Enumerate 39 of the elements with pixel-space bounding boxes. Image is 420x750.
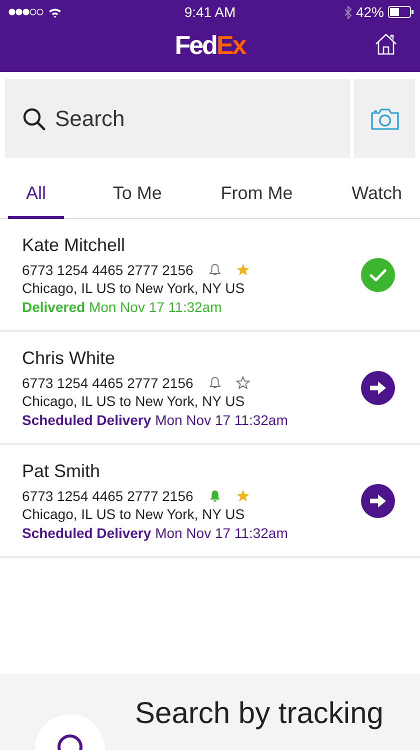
star-icon[interactable] <box>236 376 250 389</box>
camera-button[interactable] <box>354 79 415 158</box>
delivery-status: Scheduled Delivery Mon Nov 17 11:32am <box>22 412 288 428</box>
bluetooth-icon <box>344 6 352 18</box>
wifi-icon <box>48 6 62 18</box>
tracking-number: 6773 1254 4465 2777 2156 <box>22 262 194 278</box>
battery-icon <box>388 6 414 18</box>
bell-icon[interactable] <box>209 263 222 276</box>
delivery-status: Scheduled Delivery Mon Nov 17 11:32am <box>22 524 288 540</box>
bell-icon[interactable] <box>209 489 222 502</box>
filter-tab[interactable]: To Me <box>102 183 172 219</box>
tracking-number: 6773 1254 4465 2777 2156 <box>22 374 194 390</box>
filter-tab[interactable]: From Me <box>210 183 303 219</box>
route-text: Chicago, IL US to New York, NY US <box>22 280 246 296</box>
shipment-row[interactable]: Pat Smith 6773 1254 4465 2777 2156 Chicago, IL US to New York, NY US Scheduled Delivery Mon Nov 17 11:32am <box>0 445 420 558</box>
route-text: Chicago, IL US to New York, NY US <box>22 506 246 522</box>
battery-percent: 42% <box>356 4 384 20</box>
shipment-row[interactable]: Chris White 6773 1254 4465 2777 2156 Chicago, IL US to New York, NY US Scheduled Delivery Mon Nov 17 11:32am <box>0 332 420 445</box>
recipient-name: Pat Smith <box>22 460 102 482</box>
search-icon <box>22 107 46 131</box>
route-text: Chicago, IL US to New York, NY US <box>22 392 246 408</box>
clock-time: 9:41 AM <box>184 4 236 20</box>
fedex-logo: FedEx <box>174 30 246 60</box>
search-field[interactable]: Search <box>5 79 350 158</box>
home-icon[interactable] <box>374 32 398 56</box>
tracking-number: 6773 1254 4465 2777 2156 <box>22 488 194 504</box>
recipient-name: Chris White <box>22 348 116 368</box>
star-icon[interactable] <box>236 263 250 276</box>
bell-icon[interactable] <box>209 376 222 389</box>
delivery-status: Delivered Mon Nov 17 11:32am <box>22 298 223 314</box>
shipment-row[interactable]: Kate Mitchell 6773 1254 4465 2777 2156 Chicago, IL US to New York, NY US Delivered Mon Nov 17 11:32am <box>0 219 420 332</box>
check-icon <box>361 258 395 292</box>
filter-tab[interactable]: All <box>8 183 64 219</box>
star-icon[interactable] <box>236 489 250 502</box>
filter-tab[interactable]: Watch <box>342 183 412 219</box>
camera-icon <box>370 106 400 130</box>
signal-icon <box>8 8 44 16</box>
promo-text: Search by tracking <box>135 696 384 732</box>
recipient-name: Kate Mitchell <box>22 234 126 256</box>
